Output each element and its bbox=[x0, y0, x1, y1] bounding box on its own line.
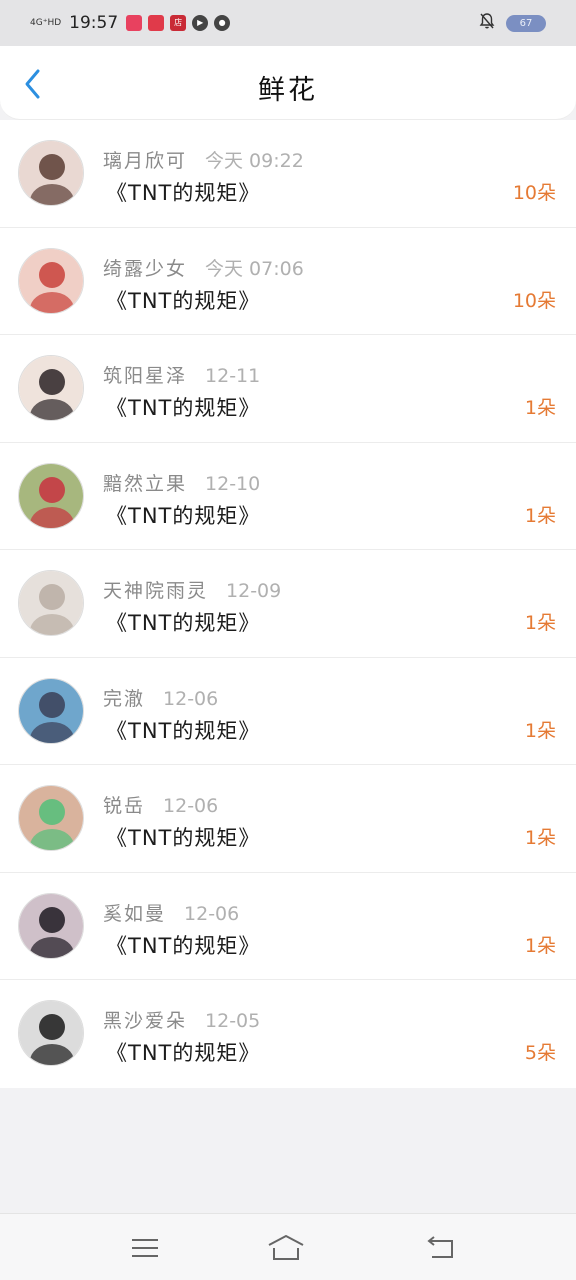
flower-count: 1朵 bbox=[524, 612, 556, 634]
sender-name[interactable]: 璃月欣可 bbox=[103, 150, 187, 172]
flower-list: 璃月欣可 今天 09:22 《TNT的规矩》 10朵 绮露少女 今天 07:06 《TNT的… bbox=[0, 120, 576, 1088]
flower-count: 1朵 bbox=[524, 504, 556, 527]
sender-name[interactable]: 完澈 bbox=[103, 688, 145, 710]
app-notification-icon bbox=[126, 15, 143, 31]
send-time: 12-06 bbox=[163, 795, 219, 817]
send-time: 12-09 bbox=[226, 580, 282, 602]
status-bar: 4G⁺HD 19:57 店 ▶ ● 67 bbox=[0, 0, 576, 46]
gift-title: 《TNT的规矩》 bbox=[106, 503, 261, 528]
sender-meta: 筑阳星泽 12-11 bbox=[103, 361, 260, 388]
sender-meta: 奚如曼 12-06 bbox=[103, 899, 239, 926]
mute-bell-icon bbox=[478, 12, 496, 35]
sender-name[interactable]: 黑沙爱朵 bbox=[103, 1010, 187, 1032]
avatar[interactable] bbox=[18, 247, 84, 314]
send-time: 12-06 bbox=[184, 902, 240, 925]
notification-icons: 店 ▶ ● bbox=[126, 15, 236, 31]
avatar[interactable] bbox=[18, 355, 84, 421]
sender-meta: 完澈 12-06 bbox=[103, 684, 218, 711]
gift-title: 《TNT的规矩》 bbox=[106, 718, 261, 743]
list-item[interactable]: 奚如曼 12-06 《TNT的规矩》 1朵 bbox=[0, 873, 576, 980]
status-right: 67 bbox=[478, 12, 546, 35]
flower-count: 1朵 bbox=[524, 719, 556, 742]
sender-meta: 黯然立果 12-10 bbox=[103, 469, 260, 496]
list-item[interactable]: 绮露少女 今天 07:06 《TNT的规矩》 10朵 bbox=[0, 228, 576, 335]
send-time: 12-05 bbox=[205, 1010, 261, 1032]
send-time: 今天 09:22 bbox=[205, 150, 304, 172]
avatar[interactable] bbox=[18, 140, 84, 206]
flower-count: 1朵 bbox=[524, 397, 556, 419]
battery-indicator: 67 bbox=[506, 14, 546, 32]
back-nav-button[interactable] bbox=[420, 1228, 460, 1268]
gift-title: 《TNT的规矩》 bbox=[106, 1041, 261, 1065]
send-time: 12-10 bbox=[205, 472, 261, 495]
avatar[interactable] bbox=[18, 462, 84, 529]
sender-meta: 天神院雨灵 12-09 bbox=[103, 576, 281, 603]
list-item[interactable]: 完澈 12-06 《TNT的规矩》 1朵 bbox=[0, 658, 576, 765]
gift-title: 《TNT的规矩》 bbox=[106, 288, 261, 313]
back-icon bbox=[427, 1236, 453, 1258]
app-notification-icon: ● bbox=[214, 15, 231, 31]
sender-name[interactable]: 黯然立果 bbox=[103, 473, 187, 495]
flower-count: 1朵 bbox=[524, 827, 556, 849]
sender-name[interactable]: 锐岳 bbox=[103, 795, 145, 817]
avatar[interactable] bbox=[18, 785, 84, 851]
gift-title: 《TNT的规矩》 bbox=[106, 826, 261, 850]
flower-count: 10朵 bbox=[512, 182, 556, 204]
avatar[interactable] bbox=[18, 1000, 84, 1066]
list-item[interactable]: 锐岳 12-06 《TNT的规矩》 1朵 bbox=[0, 765, 576, 873]
avatar[interactable] bbox=[18, 892, 84, 959]
sender-meta: 锐岳 12-06 bbox=[103, 791, 218, 818]
header: 鲜花 bbox=[0, 46, 576, 120]
sender-meta: 黑沙爱朵 12-05 bbox=[103, 1006, 260, 1033]
app-notification-icon: ▶ bbox=[192, 15, 209, 31]
gift-title: 《TNT的规矩》 bbox=[106, 611, 261, 635]
sender-meta: 绮露少女 今天 07:06 bbox=[103, 254, 304, 281]
flower-count: 10朵 bbox=[512, 289, 556, 312]
flower-count: 5朵 bbox=[524, 1042, 556, 1064]
sender-name[interactable]: 绮露少女 bbox=[103, 258, 187, 280]
signal-indicator: 4G⁺HD bbox=[30, 17, 62, 28]
home-icon bbox=[268, 1235, 304, 1260]
gift-title: 《TNT的规矩》 bbox=[106, 933, 261, 958]
flower-count: 1朵 bbox=[524, 934, 556, 957]
status-time: 19:57 bbox=[69, 13, 119, 33]
send-time: 12-11 bbox=[205, 365, 261, 387]
home-button[interactable] bbox=[266, 1228, 306, 1268]
send-time: 12-06 bbox=[163, 687, 219, 710]
gift-title: 《TNT的规矩》 bbox=[106, 396, 261, 420]
app-notification-icon bbox=[148, 15, 165, 31]
list-item[interactable]: 璃月欣可 今天 09:22 《TNT的规矩》 10朵 bbox=[0, 120, 576, 228]
list-item[interactable]: 天神院雨灵 12-09 《TNT的规矩》 1朵 bbox=[0, 550, 576, 658]
app-notification-icon: 店 bbox=[170, 15, 187, 31]
menu-icon bbox=[132, 1239, 158, 1257]
sender-name[interactable]: 筑阳星泽 bbox=[103, 365, 187, 387]
send-time: 今天 07:06 bbox=[205, 257, 304, 280]
gift-title: 《TNT的规矩》 bbox=[106, 181, 261, 205]
list-item[interactable]: 黑沙爱朵 12-05 《TNT的规矩》 5朵 bbox=[0, 980, 576, 1088]
avatar[interactable] bbox=[18, 677, 84, 744]
list-item[interactable]: 筑阳星泽 12-11 《TNT的规矩》 1朵 bbox=[0, 335, 576, 443]
sender-name[interactable]: 奚如曼 bbox=[103, 903, 166, 925]
menu-button[interactable] bbox=[125, 1228, 165, 1268]
page-title: 鲜花 bbox=[258, 75, 318, 106]
sender-meta: 璃月欣可 今天 09:22 bbox=[103, 146, 304, 173]
system-nav-bar bbox=[0, 1213, 576, 1280]
sender-name[interactable]: 天神院雨灵 bbox=[103, 580, 208, 602]
avatar[interactable] bbox=[18, 570, 84, 636]
list-item[interactable]: 黯然立果 12-10 《TNT的规矩》 1朵 bbox=[0, 443, 576, 550]
